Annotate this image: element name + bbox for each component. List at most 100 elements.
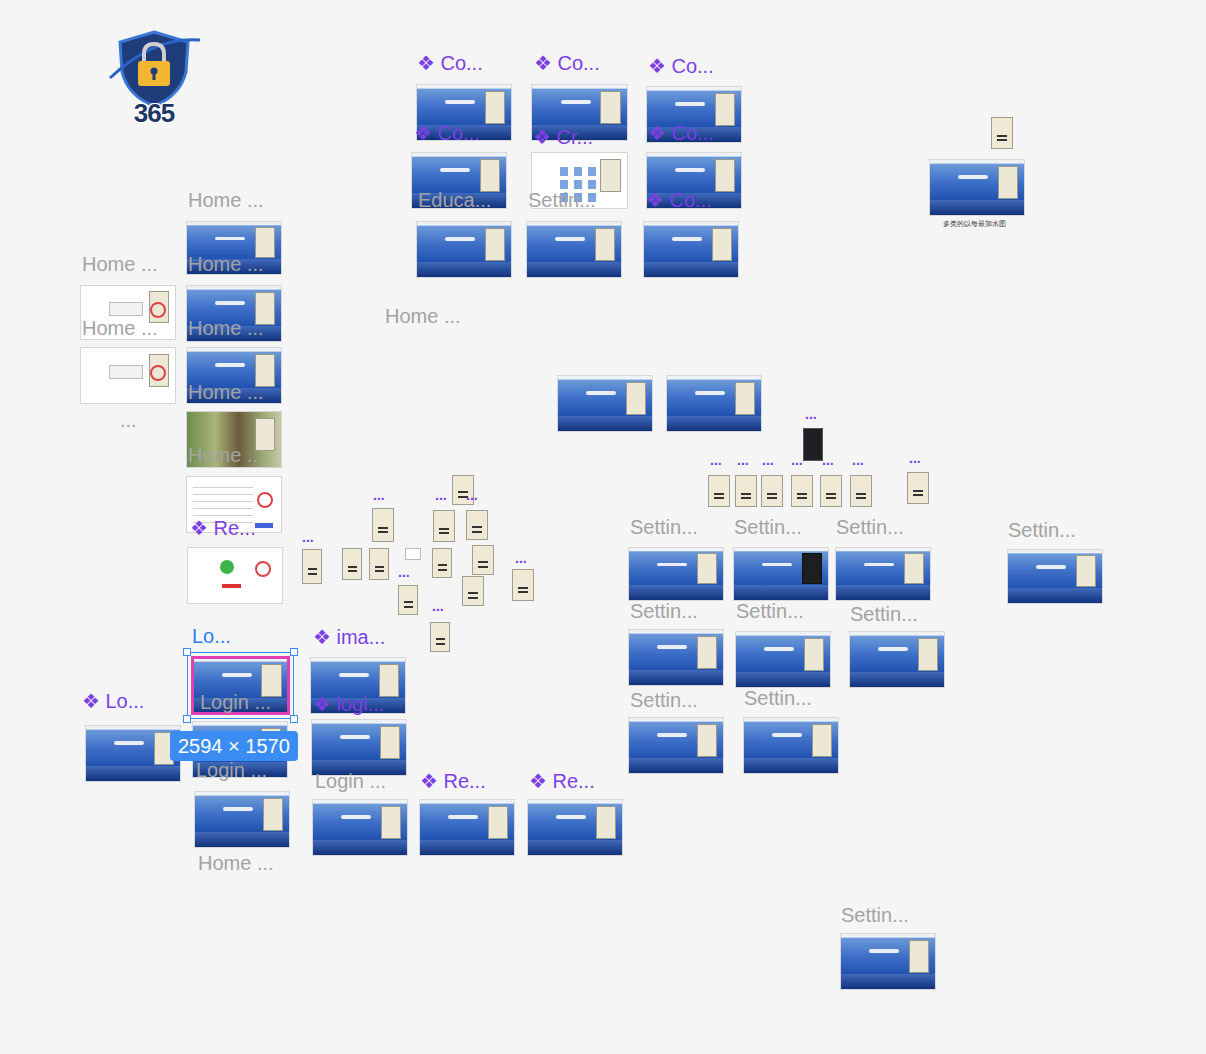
frame-label[interactable]: Settin...	[630, 689, 698, 711]
frame-thumbnail[interactable]	[405, 548, 421, 560]
frame-label[interactable]: ❖ Co...	[414, 122, 480, 144]
frame-label[interactable]: ...	[710, 453, 722, 467]
frame-thumbnail[interactable]	[528, 800, 622, 855]
frame-thumbnail[interactable]	[433, 510, 455, 542]
frame-thumbnail[interactable]	[744, 718, 838, 773]
resize-handle[interactable]	[183, 715, 191, 723]
frame-thumbnail[interactable]	[369, 548, 389, 580]
frame-thumbnail[interactable]	[430, 622, 450, 652]
frame-thumbnail[interactable]	[372, 508, 394, 542]
frame-thumbnail[interactable]	[629, 630, 723, 685]
frame-label[interactable]: ❖ Co...	[534, 52, 600, 74]
frame-thumbnail[interactable]	[761, 475, 783, 507]
frame-label[interactable]: ...	[909, 451, 921, 465]
frame-label[interactable]: ❖ Re...	[190, 517, 256, 539]
frame-label[interactable]: Settin...	[841, 904, 909, 926]
frame-thumbnail[interactable]	[667, 376, 761, 431]
frame-thumbnail[interactable]	[462, 576, 484, 606]
frame-thumbnail[interactable]	[791, 475, 813, 507]
frame-label[interactable]: ...	[852, 453, 864, 467]
frame-label[interactable]: Settin...	[1008, 519, 1076, 541]
frame-label[interactable]: Home ...	[82, 317, 158, 339]
frame-label[interactable]: Settin...	[850, 603, 918, 625]
frame-thumbnail[interactable]	[836, 548, 930, 600]
frame-thumbnail[interactable]	[417, 222, 511, 277]
frame-thumbnail[interactable]	[644, 222, 738, 277]
frame-label[interactable]: Login ...	[196, 759, 267, 781]
frame-thumbnail[interactable]	[907, 472, 929, 504]
frame-thumbnail[interactable]	[734, 548, 828, 600]
frame-thumbnail[interactable]	[342, 548, 362, 580]
frame-thumbnail[interactable]	[820, 475, 842, 507]
frame-label[interactable]: ...	[762, 453, 774, 467]
frame-label[interactable]: Settin...	[630, 516, 698, 538]
frame-label[interactable]: ❖ Co...	[648, 122, 714, 144]
frame-thumbnail[interactable]	[312, 720, 406, 775]
figma-canvas[interactable]: 365❖ Co...❖ Co...❖ Co...❖ Co...Educa...❖…	[0, 0, 1206, 1054]
frame-thumbnail[interactable]	[420, 800, 514, 855]
frame-label[interactable]: Home ...	[82, 253, 158, 275]
frame-label[interactable]: ...	[805, 407, 817, 421]
frame-thumbnail[interactable]	[736, 632, 830, 687]
frame-label[interactable]: ...	[435, 488, 447, 502]
frame-label[interactable]: Home ...	[198, 852, 274, 874]
frame-label[interactable]: ...	[737, 453, 749, 467]
frame-label[interactable]: Home ...	[188, 381, 264, 403]
resize-handle[interactable]	[183, 648, 191, 656]
frame-label[interactable]: ...	[120, 409, 137, 431]
frame-thumbnail[interactable]	[930, 160, 1024, 215]
frame-thumbnail[interactable]	[558, 376, 652, 431]
frame-thumbnail[interactable]	[432, 548, 452, 578]
frame-label[interactable]: Educa...	[418, 189, 491, 211]
frame-label[interactable]: ❖ Co...	[417, 52, 483, 74]
frame-label[interactable]: ❖ Re...	[529, 770, 595, 792]
frame-label[interactable]: ❖ ima...	[313, 626, 385, 648]
frame-thumbnail[interactable]	[512, 569, 534, 601]
frame-thumbnail[interactable]	[86, 726, 180, 781]
frame-label[interactable]: ❖ Lo...	[82, 690, 144, 712]
frame-thumbnail[interactable]	[527, 222, 621, 277]
resize-handle[interactable]	[290, 648, 298, 656]
frame-thumbnail[interactable]	[841, 934, 935, 989]
resize-handle[interactable]	[290, 715, 298, 723]
frame-label[interactable]: Lo...	[192, 625, 231, 647]
frame-thumbnail[interactable]	[629, 718, 723, 773]
frame-label[interactable]: Home ...	[385, 305, 461, 327]
frame-thumbnail[interactable]	[850, 632, 944, 687]
frame-label[interactable]: Home ...	[188, 253, 264, 275]
frame-label[interactable]: ❖ Cr...	[533, 126, 593, 148]
frame-label[interactable]: Settin...	[734, 516, 802, 538]
frame-label[interactable]: Login ...	[315, 770, 386, 792]
frame-label[interactable]: ...	[373, 488, 385, 502]
frame-thumbnail[interactable]	[735, 475, 757, 507]
frame-label[interactable]: Home ...	[188, 189, 264, 211]
frame-thumbnail[interactable]	[472, 545, 494, 575]
frame-label[interactable]: ❖ Re...	[420, 770, 486, 792]
frame-label[interactable]: Settin...	[736, 600, 804, 622]
frame-label[interactable]: ...	[515, 551, 527, 565]
frame-thumbnail[interactable]	[466, 510, 488, 540]
frame-label[interactable]: Settin...	[528, 189, 596, 211]
frame-label[interactable]: Settin...	[836, 516, 904, 538]
frame-thumbnail[interactable]	[708, 475, 730, 507]
frame-thumbnail[interactable]	[81, 348, 175, 403]
frame-label[interactable]: Settin...	[630, 600, 698, 622]
frame-label[interactable]: Settin...	[744, 687, 812, 709]
frame-thumbnail[interactable]	[195, 792, 289, 847]
frame-thumbnail[interactable]	[313, 800, 407, 855]
frame-thumbnail[interactable]	[302, 549, 322, 584]
frame-thumbnail[interactable]	[991, 117, 1013, 149]
frame-label[interactable]: ❖ logi...	[313, 693, 384, 715]
frame-thumbnail[interactable]	[629, 548, 723, 600]
frame-label[interactable]: ...	[466, 488, 478, 502]
frame-thumbnail[interactable]	[1008, 550, 1102, 603]
frame-thumbnail[interactable]	[803, 428, 823, 461]
frame-label[interactable]: ...	[302, 530, 314, 544]
frame-thumbnail[interactable]	[188, 548, 282, 603]
frame-label[interactable]: ...	[398, 565, 410, 579]
frame-label[interactable]: ...	[822, 453, 834, 467]
frame-thumbnail[interactable]	[850, 475, 872, 507]
frame-label[interactable]: ...	[432, 599, 444, 613]
frame-label[interactable]: Login ...	[200, 691, 271, 713]
frame-label[interactable]: ...	[791, 453, 803, 467]
